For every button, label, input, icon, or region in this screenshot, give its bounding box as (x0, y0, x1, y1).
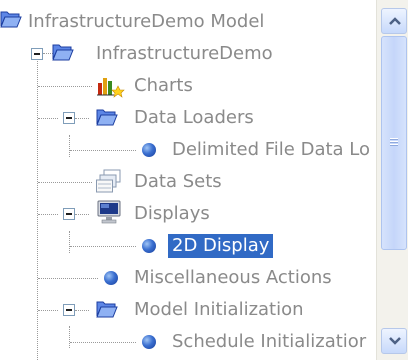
blue-dot-icon (142, 143, 156, 157)
tree-item-label: Model Initialization (134, 299, 304, 320)
tree-item-schedule-initialization[interactable]: Schedule Initializatior (0, 326, 376, 358)
grip-icon (390, 138, 398, 147)
tree-item-infrastructuredemo[interactable]: InfrastructureDemo (0, 38, 376, 70)
tree-item-label: InfrastructureDemo (96, 43, 273, 64)
tree-item-miscellaneous-actions[interactable]: Miscellaneous Actions (0, 262, 376, 294)
tree-item-delimited-file-data-loader[interactable]: Delimited File Data Lo (0, 134, 376, 166)
chevron-up-icon (389, 17, 401, 25)
tree-item-displays[interactable]: Displays (0, 198, 376, 230)
scroll-down-button[interactable] (381, 328, 407, 354)
tree-item-2d-display[interactable]: 2D Display (0, 230, 376, 262)
collapse-toggle[interactable] (63, 304, 75, 316)
vertical-scrollbar[interactable] (376, 0, 408, 360)
blue-dot-icon (142, 239, 156, 253)
blue-dot-icon (142, 335, 156, 349)
collapse-toggle[interactable] (31, 48, 43, 60)
tree-item-label: Displays (134, 203, 210, 224)
folder-open-icon (0, 11, 22, 28)
chevron-down-icon (389, 337, 401, 345)
folder-open-icon (96, 301, 118, 318)
tree-item-data-loaders[interactable]: Data Loaders (0, 102, 376, 134)
tree-item-label: Schedule Initializatior (172, 331, 367, 352)
collapse-toggle[interactable] (63, 208, 75, 220)
tree-item-label: InfrastructureDemo Model (28, 11, 265, 32)
folder-open-icon (52, 44, 74, 61)
model-tree: InfrastructureDemo Model InfrastructureD… (0, 0, 376, 360)
tree-item-infrastructuredemo-model[interactable]: InfrastructureDemo Model (0, 6, 376, 38)
chart-icon (97, 78, 125, 98)
scroll-up-button[interactable] (381, 8, 407, 34)
tree-item-label-selected: 2D Display (168, 234, 274, 258)
tree-item-label: Miscellaneous Actions (134, 267, 332, 288)
blue-dot-icon (104, 271, 118, 285)
display-monitor-icon (97, 200, 121, 224)
scrollbar-thumb[interactable] (381, 36, 407, 250)
tree-item-label: Data Loaders (134, 107, 254, 128)
tree-item-data-sets[interactable]: Data Sets (0, 166, 376, 198)
data-sets-icon (96, 169, 121, 193)
tree-item-model-initialization[interactable]: Model Initialization (0, 294, 376, 326)
tree-item-label: Data Sets (134, 171, 222, 192)
collapse-toggle[interactable] (63, 112, 75, 124)
tree-item-label: Delimited File Data Lo (172, 139, 371, 160)
tree-item-label: Charts (134, 75, 193, 96)
tree-item-charts[interactable]: Charts (0, 70, 376, 102)
folder-open-icon (96, 109, 118, 126)
